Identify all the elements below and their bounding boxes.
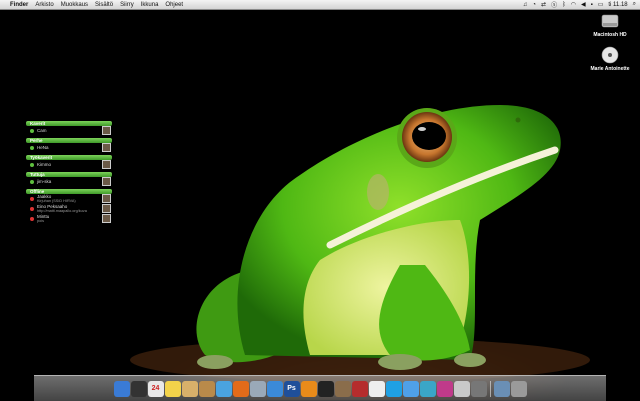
acrobat-icon[interactable] [453, 380, 470, 397]
wifi-icon[interactable]: ◠ [571, 1, 576, 8]
disc-icon [601, 46, 619, 64]
ichat-icon[interactable] [402, 380, 419, 397]
terminal-icon[interactable] [317, 380, 334, 397]
status-dot-icon [30, 128, 34, 133]
status-dot-icon [30, 217, 34, 221]
photoshop-icon[interactable]: Ps [283, 380, 300, 397]
contacts-widget: Kaverit Cam Perhe HeNa Työkaverit Kimmo … [26, 118, 112, 224]
avatar [102, 194, 111, 203]
itunes-icon[interactable] [215, 380, 232, 397]
contact-name: Cam [37, 128, 47, 133]
system-preferences-icon[interactable] [470, 380, 487, 397]
firefox-icon[interactable] [232, 380, 249, 397]
stickies-icon[interactable] [164, 380, 181, 397]
menu-extras: ♫ ◔ ⇄ ⓢ ᛒ ◠ ◀ ▪ ▭ ti 11.18 ⌕ [523, 0, 636, 9]
avatar [102, 126, 111, 135]
contact-row[interactable]: jim-ska [26, 177, 112, 186]
contact-name: Kimmo [37, 162, 52, 167]
dock: 24 Ps [34, 375, 606, 401]
status-dot-icon [30, 145, 34, 150]
battery-icon[interactable]: ▭ [598, 1, 604, 8]
calendar-icon[interactable]: 24 [147, 380, 164, 397]
avatar [102, 160, 111, 169]
avatar [102, 143, 111, 152]
finder-icon[interactable] [113, 380, 130, 397]
skype-menu-icon[interactable]: ⓢ [551, 0, 557, 9]
music-note-icon[interactable]: ♫ [523, 2, 528, 8]
imovie-icon[interactable] [334, 380, 351, 397]
menu-bar: Finder Arkisto Muokkaus Sisältö Siirry I… [0, 0, 640, 10]
dock-separator [489, 380, 491, 397]
macintosh-hd-desktop-icon[interactable]: Macintosh HD [580, 12, 640, 38]
photo-booth-icon[interactable] [351, 380, 368, 397]
menu-clock[interactable]: ti 11.18 [608, 2, 627, 8]
contact-row[interactable]: Cam [26, 126, 112, 135]
menu-arkisto[interactable]: Arkisto [35, 2, 53, 8]
dashboard-icon[interactable] [130, 380, 147, 397]
contact-name: jim-ska [37, 179, 52, 184]
menu-finder[interactable]: Finder [10, 2, 28, 8]
menu-siirry[interactable]: Siirry [120, 2, 134, 8]
avatar [102, 204, 111, 213]
volume-icon[interactable]: ◀ [581, 1, 586, 8]
marie-antoinette-desktop-icon[interactable]: Marie Antoinette [580, 46, 640, 72]
desktop-icon-label: Marie Antoinette [590, 66, 630, 72]
spotlight-icon[interactable]: ⌕ [633, 1, 636, 8]
status-dot-icon [30, 197, 34, 201]
vlc-icon[interactable] [300, 380, 317, 397]
mail-icon[interactable] [249, 380, 266, 397]
address-book-icon[interactable] [198, 380, 215, 397]
documents-folder-icon[interactable] [493, 380, 510, 397]
menu-ohjeet[interactable]: Ohjeet [165, 2, 183, 8]
contact-row[interactable]: Kimmo [26, 160, 112, 169]
skype-icon[interactable] [385, 380, 402, 397]
hard-drive-icon [601, 14, 619, 28]
status-dot-icon [30, 179, 34, 184]
dreamweaver-icon[interactable] [419, 380, 436, 397]
status-dot-icon [30, 162, 34, 167]
menu-ikkuna[interactable]: Ikkuna [141, 2, 159, 8]
sync-icon[interactable]: ⇄ [541, 1, 546, 8]
trash-icon[interactable] [510, 380, 527, 397]
flag-icon[interactable]: ▪ [591, 2, 593, 8]
contact-name: HeNa [37, 145, 49, 150]
safari-icon[interactable] [266, 380, 283, 397]
avatar [102, 214, 111, 223]
contact-row[interactable]: Eino Peksaaho http://matti.maapallo.org/… [26, 204, 112, 214]
avatar [102, 177, 111, 186]
contact-status: pois [37, 219, 44, 223]
time-machine-icon[interactable]: ◔ [532, 2, 536, 8]
bluetooth-icon[interactable]: ᛒ [562, 2, 566, 8]
textedit-icon[interactable] [368, 380, 385, 397]
contact-row[interactable]: Jaakko Kirjuhan (SSID HIRVA) [26, 194, 112, 204]
preview-icon[interactable] [181, 380, 198, 397]
menu-sisalto[interactable]: Sisältö [95, 2, 113, 8]
contact-row[interactable]: HeNa [26, 143, 112, 152]
flash-icon[interactable] [436, 380, 453, 397]
desktop-icon-label: Macintosh HD [593, 32, 627, 38]
contact-row[interactable]: Minttu pois [26, 214, 112, 224]
menu-muokkaus[interactable]: Muokkaus [61, 2, 88, 8]
status-dot-icon [30, 207, 34, 211]
